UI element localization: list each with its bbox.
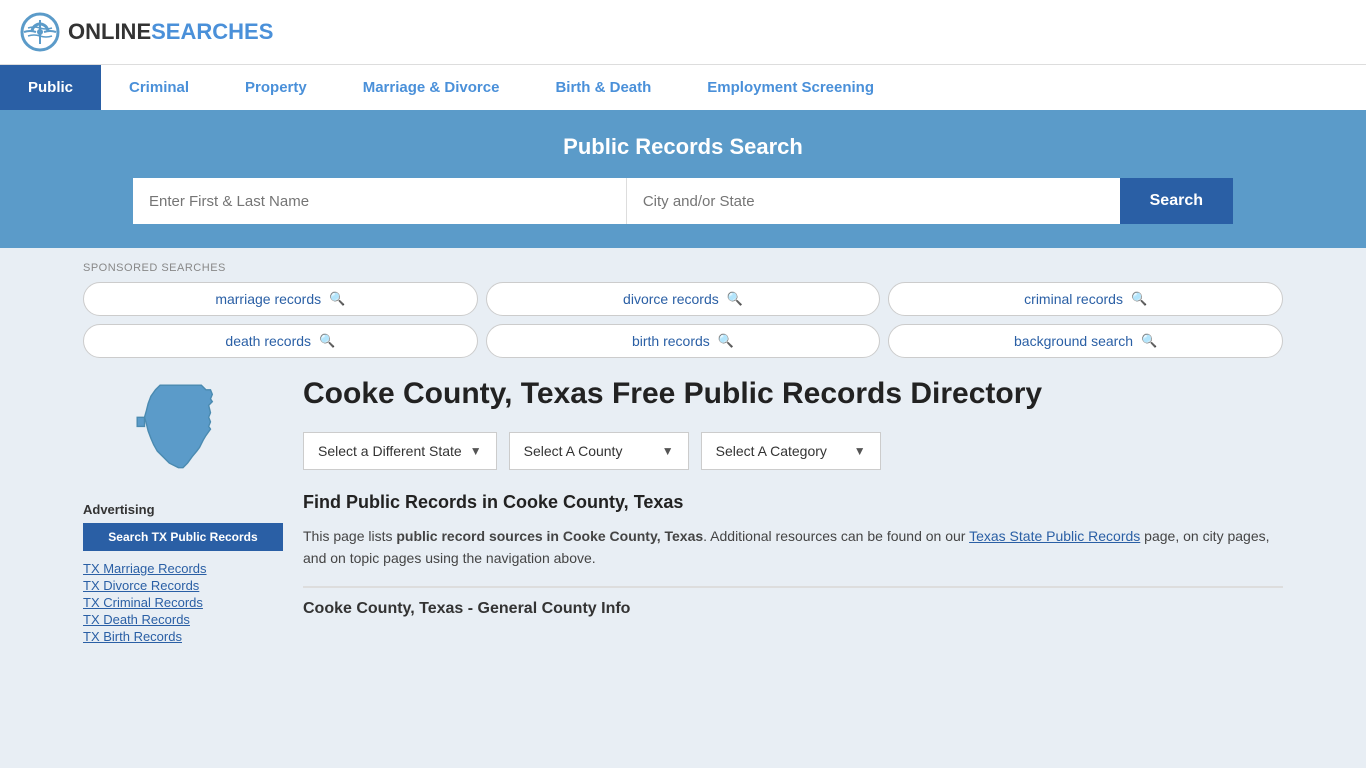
logo-searches: SEARCHES: [151, 19, 273, 44]
advertising-label: Advertising: [83, 502, 283, 517]
texas-map: [83, 376, 283, 486]
sponsored-marriage[interactable]: marriage records 🔍: [83, 282, 478, 316]
sponsored-divorce-label: divorce records: [623, 291, 719, 307]
nav-property[interactable]: Property: [217, 65, 335, 110]
search-icon-4: 🔍: [319, 333, 335, 349]
sidebar: Advertising Search TX Public Records TX …: [83, 376, 283, 644]
sponsored-birth[interactable]: birth records 🔍: [486, 324, 881, 358]
nav-public[interactable]: Public: [0, 65, 101, 110]
search-icon-3: 🔍: [1131, 291, 1147, 307]
county-dropdown-label: Select A County: [524, 443, 623, 459]
state-dropdown[interactable]: Select a Different State ▼: [303, 432, 497, 470]
sidebar-ad-button[interactable]: Search TX Public Records: [83, 523, 283, 551]
sponsored-birth-label: birth records: [632, 333, 710, 349]
location-input[interactable]: [627, 178, 1120, 224]
find-records-title: Find Public Records in Cooke County, Tex…: [303, 492, 1283, 513]
main-nav: Public Criminal Property Marriage & Divo…: [0, 64, 1366, 110]
general-info-header: Cooke County, Texas - General County Inf…: [303, 586, 1283, 618]
sponsored-criminal-label: criminal records: [1024, 291, 1123, 307]
main-wrapper: SPONSORED SEARCHES marriage records 🔍 di…: [63, 262, 1303, 644]
sponsored-death[interactable]: death records 🔍: [83, 324, 478, 358]
logo-text: ONLINESEARCHES: [68, 19, 273, 45]
category-dropdown[interactable]: Select A Category ▼: [701, 432, 881, 470]
search-button[interactable]: Search: [1120, 178, 1233, 224]
main-content: Cooke County, Texas Free Public Records …: [303, 376, 1283, 644]
search-icon-2: 🔍: [727, 291, 743, 307]
content-layout: Advertising Search TX Public Records TX …: [83, 376, 1283, 644]
sponsored-criminal[interactable]: criminal records 🔍: [888, 282, 1283, 316]
nav-marriage-divorce[interactable]: Marriage & Divorce: [335, 65, 528, 110]
county-dropdown-arrow: ▼: [662, 444, 674, 458]
find-text-part1: This page lists: [303, 528, 396, 544]
name-input[interactable]: [133, 178, 627, 224]
texas-state-link[interactable]: Texas State Public Records: [969, 528, 1140, 544]
search-icon-5: 🔍: [718, 333, 734, 349]
logo-icon: [20, 12, 60, 52]
sponsored-label: SPONSORED SEARCHES: [83, 262, 1283, 274]
hero-section: Public Records Search Search: [0, 110, 1366, 248]
nav-employment[interactable]: Employment Screening: [679, 65, 902, 110]
search-icon-1: 🔍: [329, 291, 345, 307]
site-header: ONLINESEARCHES: [0, 0, 1366, 64]
sidebar-link-death[interactable]: TX Death Records: [83, 612, 283, 627]
sidebar-link-divorce[interactable]: TX Divorce Records: [83, 578, 283, 593]
sponsored-grid: marriage records 🔍 divorce records 🔍 cri…: [83, 282, 1283, 358]
search-bar: Search: [133, 178, 1233, 224]
dropdowns-row: Select a Different State ▼ Select A Coun…: [303, 432, 1283, 470]
sponsored-background[interactable]: background search 🔍: [888, 324, 1283, 358]
sponsored-death-label: death records: [225, 333, 311, 349]
sidebar-links: TX Marriage Records TX Divorce Records T…: [83, 561, 283, 644]
sidebar-link-birth[interactable]: TX Birth Records: [83, 629, 283, 644]
sidebar-link-marriage[interactable]: TX Marriage Records: [83, 561, 283, 576]
sponsored-marriage-label: marriage records: [215, 291, 321, 307]
logo[interactable]: ONLINESEARCHES: [20, 12, 273, 52]
sponsored-background-label: background search: [1014, 333, 1133, 349]
category-dropdown-arrow: ▼: [854, 444, 866, 458]
hero-title: Public Records Search: [20, 134, 1346, 160]
find-text-bold: public record sources in Cooke County, T…: [396, 528, 703, 544]
nav-birth-death[interactable]: Birth & Death: [527, 65, 679, 110]
county-dropdown[interactable]: Select A County ▼: [509, 432, 689, 470]
nav-criminal[interactable]: Criminal: [101, 65, 217, 110]
sponsored-divorce[interactable]: divorce records 🔍: [486, 282, 881, 316]
find-text-part2: . Additional resources can be found on o…: [703, 528, 969, 544]
page-title: Cooke County, Texas Free Public Records …: [303, 376, 1283, 412]
state-dropdown-label: Select a Different State: [318, 443, 462, 459]
search-icon-6: 🔍: [1141, 333, 1157, 349]
texas-map-svg: [128, 376, 238, 486]
sidebar-link-criminal[interactable]: TX Criminal Records: [83, 595, 283, 610]
find-records-text: This page lists public record sources in…: [303, 525, 1283, 570]
logo-online: ONLINE: [68, 19, 151, 44]
state-dropdown-arrow: ▼: [470, 444, 482, 458]
category-dropdown-label: Select A Category: [716, 443, 827, 459]
